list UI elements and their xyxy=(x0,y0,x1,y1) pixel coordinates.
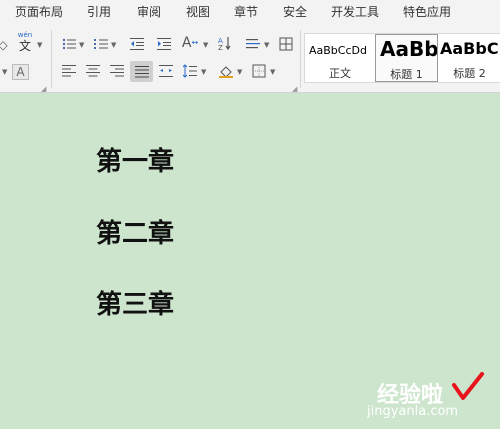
menu-special-apps[interactable]: 特色应用 xyxy=(403,3,451,20)
document-heading[interactable]: 第一章 xyxy=(96,141,174,178)
line-spacing-icon[interactable] xyxy=(181,63,199,79)
styles-gallery: AaBbCcDd 正文 AaBb 标题 1 AaBbC 标题 2 xyxy=(304,33,500,83)
distributed-align-icon[interactable] xyxy=(157,63,175,79)
checkmark-icon xyxy=(452,372,484,400)
chevron-down-icon[interactable]: ▼ xyxy=(111,42,116,49)
document-heading[interactable]: 第二章 xyxy=(96,213,174,250)
show-hide-marks-icon[interactable] xyxy=(244,36,262,52)
svg-text:Z: Z xyxy=(218,44,223,50)
character-scaling-icon[interactable]: A ↔ xyxy=(181,35,199,51)
menu-view[interactable]: 视图 xyxy=(186,3,210,20)
chevron-down-icon[interactable]: ▼ xyxy=(2,69,7,76)
chevron-down-icon[interactable]: ▼ xyxy=(201,69,206,76)
character-border-icon[interactable]: A xyxy=(12,64,29,80)
style-heading-1[interactable]: AaBb 标题 1 xyxy=(375,34,438,82)
increase-indent-icon[interactable] xyxy=(155,36,173,52)
chevron-down-icon[interactable]: ▼ xyxy=(270,69,275,76)
table-tools-icon[interactable] xyxy=(277,36,295,52)
menu-section[interactable]: 章节 xyxy=(234,3,258,20)
style-heading-2[interactable]: AaBbC 标题 2 xyxy=(438,34,500,82)
align-left-icon[interactable] xyxy=(60,63,78,79)
chevron-down-icon[interactable]: ▼ xyxy=(79,42,84,49)
sort-icon[interactable]: AZ xyxy=(216,35,234,51)
chevron-down-icon[interactable]: ▼ xyxy=(37,42,42,49)
phonetic-guide-icon[interactable]: wén 文 xyxy=(14,32,36,53)
decrease-indent-icon[interactable] xyxy=(128,36,146,52)
menu-developer-tools[interactable]: 开发工具 xyxy=(331,3,379,20)
menu-review[interactable]: 审阅 xyxy=(137,3,161,20)
numbered-list-icon[interactable] xyxy=(92,36,110,52)
justify-icon[interactable] xyxy=(130,61,153,82)
font-dialog-launcher-icon[interactable]: ◢ xyxy=(41,85,46,93)
bullet-list-icon[interactable] xyxy=(60,36,78,52)
chevron-down-icon[interactable]: ▼ xyxy=(237,69,242,76)
align-center-icon[interactable] xyxy=(84,63,102,79)
menu-bar: 页面布局 引用 审阅 视图 章节 安全 开发工具 特色应用 xyxy=(0,0,500,22)
eraser-icon[interactable]: ◇ xyxy=(0,37,12,53)
borders-icon[interactable] xyxy=(250,63,268,79)
document-heading[interactable]: 第三章 xyxy=(96,284,174,321)
paragraph-dialog-launcher-icon[interactable]: ◢ xyxy=(292,85,297,93)
align-right-icon[interactable] xyxy=(108,63,126,79)
menu-references[interactable]: 引用 xyxy=(87,3,111,20)
shading-icon[interactable] xyxy=(217,63,235,79)
style-normal[interactable]: AaBbCcDd 正文 xyxy=(305,34,375,82)
chevron-down-icon[interactable]: ▼ xyxy=(264,42,269,49)
group-divider xyxy=(300,30,301,88)
menu-security[interactable]: 安全 xyxy=(283,3,307,20)
chevron-down-icon[interactable]: ▼ xyxy=(203,42,208,49)
group-divider xyxy=(51,30,52,88)
menu-page-layout[interactable]: 页面布局 xyxy=(15,3,63,20)
watermark-url: jingyanla.com xyxy=(367,404,459,419)
